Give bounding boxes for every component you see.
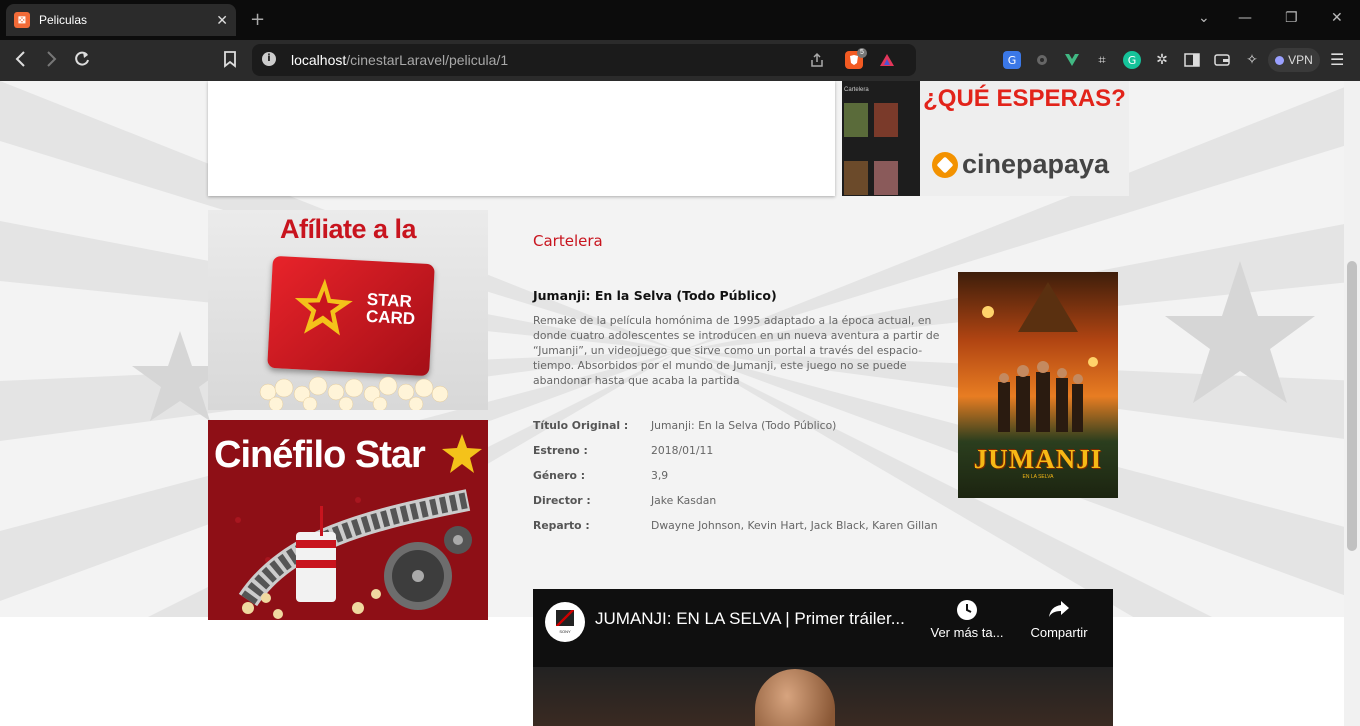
starcard-line2: CARD: [365, 306, 416, 329]
cinepapaya-logo: cinepapaya: [932, 149, 1109, 180]
url-host: localhost: [291, 52, 347, 68]
xampp-favicon-icon: ⊠: [14, 12, 30, 28]
minimize-button[interactable]: —: [1238, 10, 1252, 26]
detail-value: Dwayne Johnson, Kevin Hart, Jack Black, …: [651, 519, 938, 532]
detail-row-cast: Reparto : Dwayne Johnson, Kevin Hart, Ja…: [533, 518, 953, 533]
detail-row-genre: Género : 3,9: [533, 468, 953, 483]
vpn-button[interactable]: VPN: [1268, 48, 1320, 72]
wallet-icon[interactable]: [1213, 51, 1231, 69]
cinefilo-title: Cinéfilo Star: [214, 434, 426, 476]
detail-value: 2018/01/11: [651, 444, 714, 457]
scrollbar-thumb[interactable]: [1347, 261, 1357, 551]
share-label: Compartir: [1030, 625, 1088, 640]
vpn-label: VPN: [1288, 53, 1313, 67]
grammarly-icon[interactable]: G: [1123, 51, 1141, 69]
video-thumbnail-subject: [755, 669, 835, 726]
detail-label: Género :: [533, 469, 586, 482]
video-frame[interactable]: [533, 667, 1113, 726]
video-title[interactable]: JUMANJI: EN LA SELVA | Primer tráiler...: [595, 609, 905, 629]
ad-phone-image: Cartelera: [842, 81, 920, 196]
share-arrow-icon: [1019, 599, 1099, 625]
starcard-card-text: STAR CARD: [365, 290, 417, 329]
tab-title: Peliculas: [39, 13, 88, 27]
detail-row-original-title: Título Original : Jumanji: En la Selva (…: [533, 418, 953, 433]
detail-row-release: Estreno : 2018/01/11: [533, 443, 953, 458]
reload-button[interactable]: [73, 50, 91, 73]
forward-button[interactable]: [44, 50, 58, 73]
channel-logo-text: SONY: [559, 629, 571, 634]
detail-value: Jumanji: En la Selva (Todo Público): [651, 419, 837, 432]
watch-later-label: Ver más ta...: [930, 625, 1004, 640]
starcard-banner[interactable]: Afíliate a la STAR CARD: [208, 210, 488, 410]
share-icon[interactable]: [808, 51, 826, 69]
page-scrollbar[interactable]: [1344, 81, 1360, 726]
vpn-status-icon: [1275, 55, 1285, 65]
movie-poster: JUMANJI EN LA SELVA: [958, 272, 1118, 498]
new-tab-button[interactable]: +: [250, 9, 265, 30]
cinefilo-film-art: [208, 480, 488, 620]
ad-brand-text: cinepapaya: [962, 149, 1110, 179]
starcard-star-icon: [294, 278, 353, 336]
poster-title: JUMANJI: [973, 444, 1103, 474]
extensions-puzzle-icon[interactable]: ✲: [1153, 51, 1171, 69]
tab-search-icon[interactable]: ⌄: [1198, 10, 1210, 26]
sidebar-icon[interactable]: [1183, 51, 1201, 69]
translate-extension-icon[interactable]: G: [1003, 51, 1021, 69]
url-path: /cinestarLaravel/pelicula/1: [346, 52, 509, 68]
tab-close-icon[interactable]: ✕: [216, 12, 228, 29]
ad-headline: ¿QUÉ ESPERAS?: [923, 85, 1126, 112]
cinepapaya-ad[interactable]: Cartelera ¿QUÉ ESPERAS? cinepapaya: [842, 81, 1129, 196]
detail-label: Director :: [533, 494, 591, 507]
poster-subtitle: EN LA SELVA: [1022, 474, 1054, 480]
brave-rewards-icon[interactable]: [878, 51, 896, 69]
youtube-embed[interactable]: SONY JUMANJI: EN LA SELVA | Primer tráil…: [533, 589, 1113, 726]
video-header: SONY JUMANJI: EN LA SELVA | Primer tráil…: [533, 589, 1113, 667]
leo-ai-icon[interactable]: ✧: [1243, 51, 1261, 69]
cinefilo-star-icon: [442, 434, 482, 473]
clock-icon: [927, 599, 1007, 625]
detail-label: Estreno :: [533, 444, 588, 457]
extension-icon[interactable]: ⌗: [1093, 51, 1111, 69]
sony-channel-avatar[interactable]: SONY: [545, 602, 585, 642]
brave-shields-count: 5: [857, 48, 867, 58]
restore-button[interactable]: ❐: [1285, 10, 1298, 26]
detail-label: Reparto :: [533, 519, 590, 532]
watch-later-button[interactable]: Ver más ta...: [927, 599, 1007, 640]
vue-devtools-icon[interactable]: [1063, 51, 1081, 69]
page-viewport: Cartelera ¿QUÉ ESPERAS? cinepapaya Afíli…: [0, 81, 1360, 726]
detail-value: 3,9: [651, 469, 669, 482]
detail-value: Jake Kasdan: [651, 494, 717, 507]
back-button[interactable]: [14, 50, 28, 73]
movie-title: Jumanji: En la Selva (Todo Público): [533, 288, 777, 303]
content-box: [208, 81, 835, 196]
starcard-title: Afíliate a la: [279, 214, 417, 244]
starcard-card-image: STAR CARD: [267, 255, 435, 377]
url-text[interactable]: localhost/cinestarLaravel/pelicula/1: [291, 52, 508, 68]
movie-synopsis: Remake de la película homónima de 1995 a…: [533, 314, 940, 387]
settings-extension-icon[interactable]: [1033, 51, 1051, 69]
site-info-icon[interactable]: i: [262, 52, 276, 66]
close-window-button[interactable]: ✕: [1331, 10, 1343, 26]
cinefilo-star-banner[interactable]: Cinéfilo Star: [208, 420, 488, 620]
menu-icon[interactable]: ☰: [1330, 50, 1344, 69]
detail-label: Título Original :: [533, 419, 629, 432]
detail-row-director: Director : Jake Kasdan: [533, 493, 953, 508]
bookmark-icon[interactable]: [223, 50, 237, 73]
poster-art: [982, 282, 1098, 432]
ad-phone-label: Cartelera: [844, 87, 869, 93]
share-video-button[interactable]: Compartir: [1019, 599, 1099, 640]
cinepapaya-logo-icon: [932, 151, 958, 178]
popcorn-image: [259, 376, 448, 410]
section-title: Cartelera: [533, 232, 603, 250]
browser-tab[interactable]: ⊠ Peliculas ✕: [6, 4, 236, 36]
browser-titlebar: ⊠ Peliculas ✕ + ⌄ — ❐ ✕: [0, 0, 1360, 40]
